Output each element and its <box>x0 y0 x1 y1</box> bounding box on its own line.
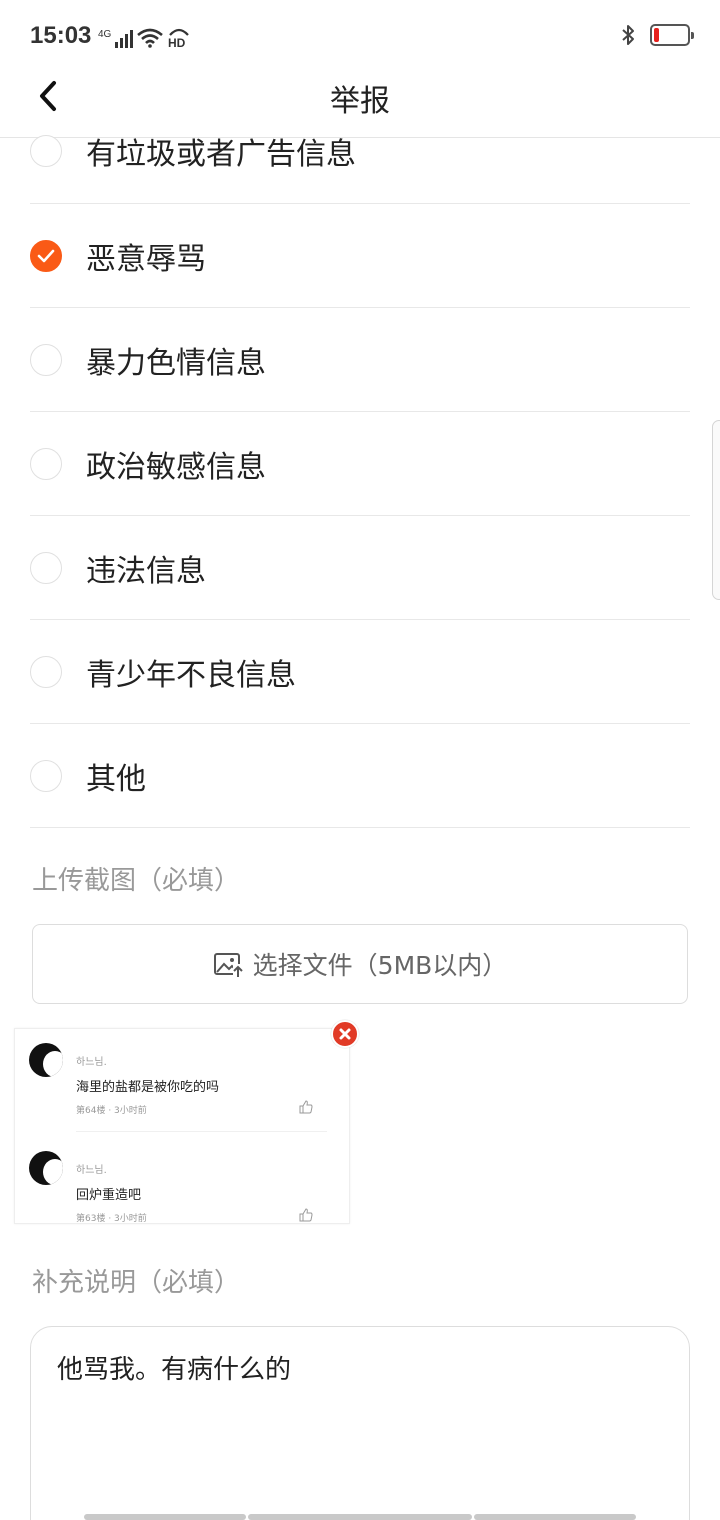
status-right <box>620 24 694 46</box>
report-option[interactable]: 有垃圾或者广告信息 <box>30 98 690 204</box>
thumbs-up-icon <box>299 1100 313 1114</box>
report-option[interactable]: 其他 <box>30 724 690 828</box>
edge-panel-handle[interactable] <box>712 420 720 600</box>
option-label: 青少年不良信息 <box>86 657 296 693</box>
choose-file-label: 选择文件（5MB以内） <box>252 951 508 980</box>
comment-user: 하느님. <box>76 1057 107 1068</box>
option-label: 有垃圾或者广告信息 <box>86 136 356 172</box>
battery-level <box>654 28 659 42</box>
check-icon <box>37 249 55 262</box>
radio-button-checked[interactable] <box>30 239 62 272</box>
network-type: 4G <box>98 29 112 40</box>
radio-button[interactable] <box>30 134 62 167</box>
description-section-label: 补充说明（必填） <box>32 1268 241 1298</box>
image-upload-icon <box>213 953 243 978</box>
report-option[interactable]: 恶意辱骂 <box>30 204 690 308</box>
keyboard-toolbar-segment <box>248 1514 472 1520</box>
description-textarea[interactable]: 他骂我。有病什么的 <box>30 1326 690 1520</box>
option-label: 恶意辱骂 <box>86 241 206 277</box>
report-option[interactable]: 政治敏感信息 <box>30 412 690 516</box>
hd-icon: HD <box>168 28 190 48</box>
status-time: 15:03 <box>30 22 92 49</box>
report-option[interactable]: 青少年不良信息 <box>30 620 690 724</box>
comment-item: 하느님. 回炉重造吧 第63楼 · 3小时前 <box>15 1137 349 1224</box>
keyboard-toolbar-segment <box>474 1514 636 1520</box>
uploaded-screenshot[interactable]: 하느님. 海里的盐都是被你吃的吗 第64楼 · 3小时前 하느님. 回炉重造吧 … <box>14 1028 350 1224</box>
radio-button[interactable] <box>30 343 62 376</box>
wifi-icon <box>137 28 164 48</box>
report-option[interactable]: 违法信息 <box>30 516 690 620</box>
keyboard-toolbar-segment <box>84 1514 246 1520</box>
option-label: 违法信息 <box>86 553 206 589</box>
comment-item: 하느님. 海里的盐都是被你吃的吗 第64楼 · 3小时前 <box>15 1029 349 1129</box>
divider <box>76 1131 327 1132</box>
svg-text:HD: HD <box>168 36 186 48</box>
report-options-list: 有垃圾或者广告信息 恶意辱骂 暴力色情信息 政治敏感信息 违法信息 青少年不良信… <box>30 100 690 828</box>
comment-text: 回炉重造吧 <box>76 1188 142 1203</box>
report-option[interactable]: 暴力色情信息 <box>30 308 690 412</box>
choose-file-button[interactable]: 选择文件（5MB以内） <box>32 924 688 1004</box>
signal-icon <box>115 30 134 48</box>
option-label: 政治敏感信息 <box>86 449 266 485</box>
avatar <box>29 1043 63 1077</box>
delete-screenshot-button[interactable] <box>331 1020 359 1048</box>
option-label: 其他 <box>86 761 146 797</box>
comment-user: 하느님. <box>76 1165 107 1176</box>
bluetooth-icon <box>622 25 634 45</box>
option-label: 暴力色情信息 <box>86 345 266 381</box>
radio-button[interactable] <box>30 655 62 688</box>
upload-section-label: 上传截图（必填） <box>32 866 241 896</box>
radio-button[interactable] <box>30 447 62 480</box>
description-value: 他骂我。有病什么的 <box>57 1355 292 1385</box>
comment-meta: 第64楼 · 3小时前 <box>76 1106 147 1116</box>
comment-meta: 第63楼 · 3小时前 <box>76 1214 147 1224</box>
network-status: 4G HD <box>98 26 191 48</box>
battery-icon <box>650 24 694 46</box>
thumbs-up-icon <box>299 1208 313 1222</box>
avatar <box>29 1151 63 1185</box>
radio-button[interactable] <box>30 551 62 584</box>
close-circle-icon <box>339 1028 351 1040</box>
radio-button[interactable] <box>30 759 62 792</box>
comment-text: 海里的盐都是被你吃的吗 <box>76 1080 220 1095</box>
